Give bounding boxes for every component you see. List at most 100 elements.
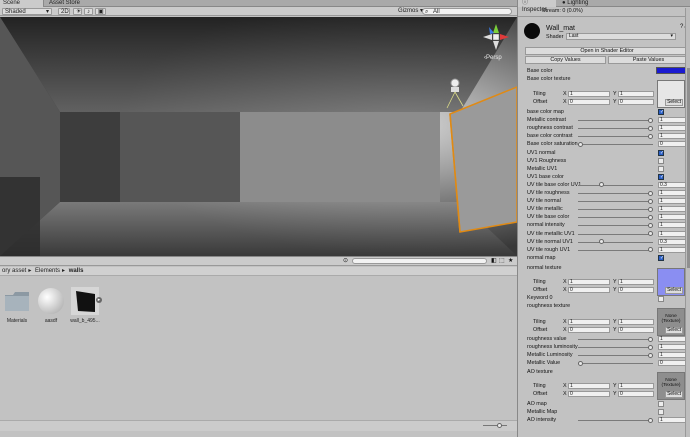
property-value-field[interactable]: 1 <box>658 214 686 221</box>
property-slider-knob[interactable] <box>648 231 653 236</box>
property-value-field[interactable]: 1 <box>658 125 686 132</box>
property-value-field[interactable]: 0 <box>658 360 686 367</box>
texture-select-button[interactable]: Select <box>665 99 683 106</box>
orientation-gizmo[interactable] <box>480 21 512 53</box>
tab-scene[interactable]: Scene <box>0 0 44 7</box>
property-slider-track[interactable] <box>578 241 653 243</box>
property-value-field[interactable]: 0.3 <box>658 181 686 188</box>
tab-inspector[interactable]: ⓘ Inspector <box>518 0 556 13</box>
offset-y-field[interactable]: 0 <box>618 391 654 397</box>
tiling-x-field[interactable]: 1 <box>568 91 610 97</box>
property-slider-knob[interactable] <box>648 417 653 423</box>
keyword-checkbox[interactable] <box>658 296 664 302</box>
offset-y-field[interactable]: 0 <box>618 99 654 105</box>
property-value-field[interactable]: 1 <box>658 336 686 342</box>
property-value-field[interactable]: 0 <box>658 141 686 148</box>
gizmos-dropdown[interactable]: Gizmos ▾ <box>396 8 425 15</box>
help-icon[interactable]: ? <box>680 24 683 30</box>
property-slider-track[interactable] <box>578 184 653 186</box>
tiling-y-field[interactable]: 1 <box>618 383 654 389</box>
texture-slot[interactable]: None (Texture) Select <box>657 372 685 400</box>
breadcrumb-item-current[interactable]: walls <box>69 268 84 274</box>
property-slider-track[interactable] <box>578 339 653 340</box>
property-value-field[interactable]: 1 <box>658 222 686 229</box>
property-checkbox[interactable] <box>658 173 664 180</box>
property-slider-track[interactable] <box>578 355 653 357</box>
property-slider-knob[interactable] <box>648 190 653 196</box>
effects-toggle-icon[interactable]: ▣ <box>95 8 106 15</box>
texture-select-button[interactable]: Select <box>665 327 683 334</box>
property-slider-knob[interactable] <box>648 344 653 350</box>
property-value-field[interactable]: 1 <box>658 230 686 237</box>
property-slider-knob[interactable] <box>599 182 604 188</box>
property-slider-knob[interactable] <box>599 239 604 245</box>
offset-x-field[interactable]: 0 <box>568 287 610 293</box>
offset-x-field[interactable]: 0 <box>568 327 610 333</box>
property-value-field[interactable]: 1 <box>658 352 686 359</box>
property-slider-knob[interactable] <box>648 247 653 253</box>
property-slider-knob[interactable] <box>648 222 653 228</box>
property-value-field[interactable]: 1 <box>658 206 686 213</box>
property-slider-knob[interactable] <box>648 198 653 204</box>
tab-lighting[interactable]: ● Lighting <box>558 0 602 7</box>
shading-mode-dropdown[interactable]: Shaded ▾ <box>2 8 52 15</box>
scene-viewport[interactable]: ‹Persp <box>0 17 517 256</box>
property-slider-track[interactable] <box>578 233 653 235</box>
zoom-slider[interactable] <box>483 425 507 426</box>
asset-material-aasdf[interactable]: aasdf <box>35 287 67 324</box>
property-checkbox[interactable] <box>658 401 664 407</box>
offset-x-field[interactable]: 0 <box>568 99 610 105</box>
expand-arrow-icon[interactable]: ▸ <box>96 297 102 303</box>
asset-texture-wall[interactable]: wall_b_495... ▸ <box>69 287 102 324</box>
property-value-field[interactable]: 1 <box>658 246 686 253</box>
tiling-y-field[interactable]: 1 <box>618 279 654 285</box>
property-slider-knob[interactable] <box>578 141 583 147</box>
offset-y-field[interactable]: 0 <box>618 287 654 293</box>
property-slider-track[interactable] <box>578 209 653 211</box>
property-checkbox[interactable] <box>658 409 664 416</box>
property-slider-knob[interactable] <box>648 206 653 212</box>
property-value-field[interactable]: 1 <box>658 344 686 351</box>
zoom-slider-knob[interactable] <box>497 423 502 428</box>
texture-slot[interactable]: Select <box>657 268 685 296</box>
property-slider-track[interactable] <box>578 420 653 422</box>
favorite-star-icon[interactable]: ★ <box>508 257 513 264</box>
property-value-field[interactable]: 1 <box>658 417 686 424</box>
offset-x-field[interactable]: 0 <box>568 391 610 397</box>
property-slider-track[interactable] <box>578 120 653 122</box>
offset-y-field[interactable]: 0 <box>618 327 654 333</box>
property-slider-knob[interactable] <box>648 214 653 220</box>
property-checkbox[interactable] <box>658 149 664 156</box>
property-checkbox[interactable] <box>658 157 664 164</box>
property-value-field[interactable]: 1 <box>658 133 686 140</box>
property-slider-knob[interactable] <box>648 125 653 131</box>
property-checkbox[interactable] <box>658 254 664 261</box>
asset-folder-materials[interactable]: Materials <box>1 287 33 324</box>
texture-slot[interactable]: Select <box>657 80 685 108</box>
toggle-2d-button[interactable]: 2D <box>58 8 70 15</box>
breadcrumb-item[interactable]: Elements <box>35 268 60 274</box>
property-slider-track[interactable] <box>578 144 653 146</box>
tiling-y-field[interactable]: 1 <box>618 91 654 97</box>
project-search-input[interactable] <box>352 258 487 264</box>
property-slider-knob[interactable] <box>648 352 653 358</box>
property-slider-track[interactable] <box>578 128 653 130</box>
texture-select-button[interactable]: Select <box>665 287 683 294</box>
property-slider-track[interactable] <box>578 193 653 194</box>
base-color-swatch[interactable] <box>656 67 687 74</box>
property-slider-knob[interactable] <box>578 360 583 366</box>
property-slider-track[interactable] <box>578 225 653 227</box>
tiling-x-field[interactable]: 1 <box>568 383 610 389</box>
property-value-field[interactable]: 1 <box>658 198 686 205</box>
property-slider-knob[interactable] <box>648 133 653 139</box>
scene-search-input[interactable]: ⌕ All <box>422 8 512 15</box>
property-slider-track[interactable] <box>578 249 653 251</box>
property-slider-track[interactable] <box>578 201 653 203</box>
persp-label[interactable]: ‹Persp <box>484 55 502 61</box>
property-value-field[interactable]: 1 <box>658 190 686 196</box>
property-slider-track[interactable] <box>578 217 653 219</box>
texture-slot[interactable]: None (Texture) Select <box>657 308 685 336</box>
property-checkbox[interactable] <box>658 165 664 172</box>
tab-asset-store[interactable]: Asset Store <box>46 0 98 7</box>
tiling-y-field[interactable]: 1 <box>618 319 654 325</box>
